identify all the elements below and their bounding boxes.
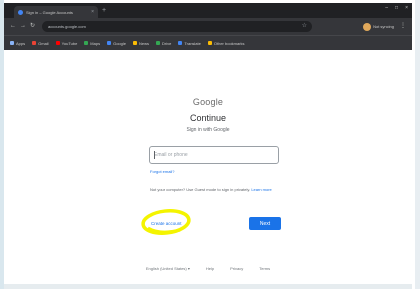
guest-mode-learn-more-link[interactable]: Learn more — [251, 187, 271, 192]
text-caret — [154, 151, 155, 159]
profile-label: Not syncing — [373, 24, 394, 29]
tab-strip: Sign in – Google Accounts × + – □ × — [4, 3, 412, 18]
forward-icon[interactable]: → — [20, 23, 26, 30]
bookmark-item[interactable]: News — [132, 40, 149, 46]
bookmark-item[interactable]: YouTube — [55, 40, 78, 46]
bookmark-star-icon[interactable]: ☆ — [302, 22, 307, 29]
browser-tab[interactable]: Sign in – Google Accounts × — [14, 6, 98, 18]
language-selector[interactable]: English (United States) ▾ — [146, 266, 190, 271]
bookmark-label: Gmail — [38, 40, 49, 46]
maximize-icon[interactable]: □ — [395, 5, 398, 11]
bookmark-label: Maps — [90, 40, 101, 46]
create-account-link[interactable]: Create account — [151, 221, 182, 226]
privacy-link[interactable]: Privacy — [230, 266, 243, 271]
menu-icon[interactable]: ⋮ — [400, 23, 406, 30]
bookmark-item[interactable]: Google — [107, 41, 126, 46]
tab-close-icon[interactable]: × — [91, 9, 94, 15]
bookmark-item[interactable]: Gmail — [32, 40, 49, 46]
bookmark-item[interactable]: Maps — [84, 41, 100, 46]
next-button[interactable]: Next — [249, 217, 281, 230]
bookmarks-bar: Apps Gmail YouTube Maps Google News Drive Trans… — [4, 35, 412, 50]
bookmark-item[interactable]: Other bookmarks — [207, 40, 245, 46]
page-footer: English (United States) ▾ Help Privacy T… — [4, 266, 412, 271]
bookmark-favicon-icon — [32, 41, 37, 45]
address-bar[interactable]: accounts.google.com ☆ — [42, 21, 312, 32]
close-window-icon[interactable]: × — [405, 5, 408, 11]
profile-button[interactable]: Not syncing — [363, 22, 394, 31]
bookmark-favicon-icon — [84, 41, 89, 45]
tab-title: Sign in – Google Accounts — [26, 9, 73, 15]
bookmark-label: Google — [113, 40, 126, 46]
bookmark-favicon-icon — [178, 41, 183, 45]
browser-toolbar: ← → ↻ accounts.google.com ☆ Not syncing … — [4, 18, 412, 35]
bookmark-favicon-icon — [132, 41, 137, 45]
bookmark-favicon-icon — [207, 41, 212, 45]
google-favicon-icon — [18, 9, 23, 15]
browser-chrome: Sign in – Google Accounts × + – □ × ← → … — [4, 3, 412, 50]
frame-right-border — [415, 0, 420, 289]
address-text: accounts.google.com — [48, 24, 86, 29]
forgot-email-link[interactable]: Forgot email? — [150, 169, 174, 174]
bookmark-label: Translate — [184, 40, 201, 46]
bookmark-label: YouTube — [61, 40, 78, 46]
bookmark-label: News — [138, 40, 149, 46]
bottom-border — [4, 284, 412, 289]
avatar — [363, 22, 372, 31]
minimize-icon[interactable]: – — [385, 5, 388, 11]
bookmark-item[interactable]: Translate — [178, 41, 201, 46]
help-link[interactable]: Help — [206, 266, 214, 271]
bookmark-favicon-icon — [156, 41, 160, 45]
bookmark-label: Other bookmarks — [213, 40, 245, 46]
email-field[interactable] — [149, 146, 279, 164]
bookmark-favicon-icon — [107, 41, 112, 45]
page-title: Continue — [189, 113, 227, 123]
google-logo: Google — [192, 97, 224, 107]
bookmark-label: Drive — [162, 40, 172, 46]
bookmark-item[interactable]: Drive — [156, 41, 171, 46]
guest-mode-text: Not your computer? Use Guest mode to sig… — [150, 187, 251, 192]
screenshot-frame: Sign in – Google Accounts × + – □ × ← → … — [0, 0, 420, 289]
bookmark-item[interactable]: Apps — [10, 41, 25, 46]
guest-mode-notice: Not your computer? Use Guest mode to sig… — [150, 187, 284, 193]
bookmark-label: Apps — [16, 40, 26, 46]
reload-icon[interactable]: ↻ — [30, 23, 35, 30]
new-tab-button[interactable]: + — [102, 6, 106, 15]
terms-link[interactable]: Terms — [259, 266, 270, 271]
page-subtitle: Sign in with Google — [186, 127, 230, 133]
signin-page: Google Continue Sign in with Google Forg… — [4, 50, 412, 284]
bookmark-favicon-icon — [10, 41, 14, 45]
bookmark-favicon-icon — [55, 41, 60, 45]
back-icon[interactable]: ← — [10, 23, 16, 30]
